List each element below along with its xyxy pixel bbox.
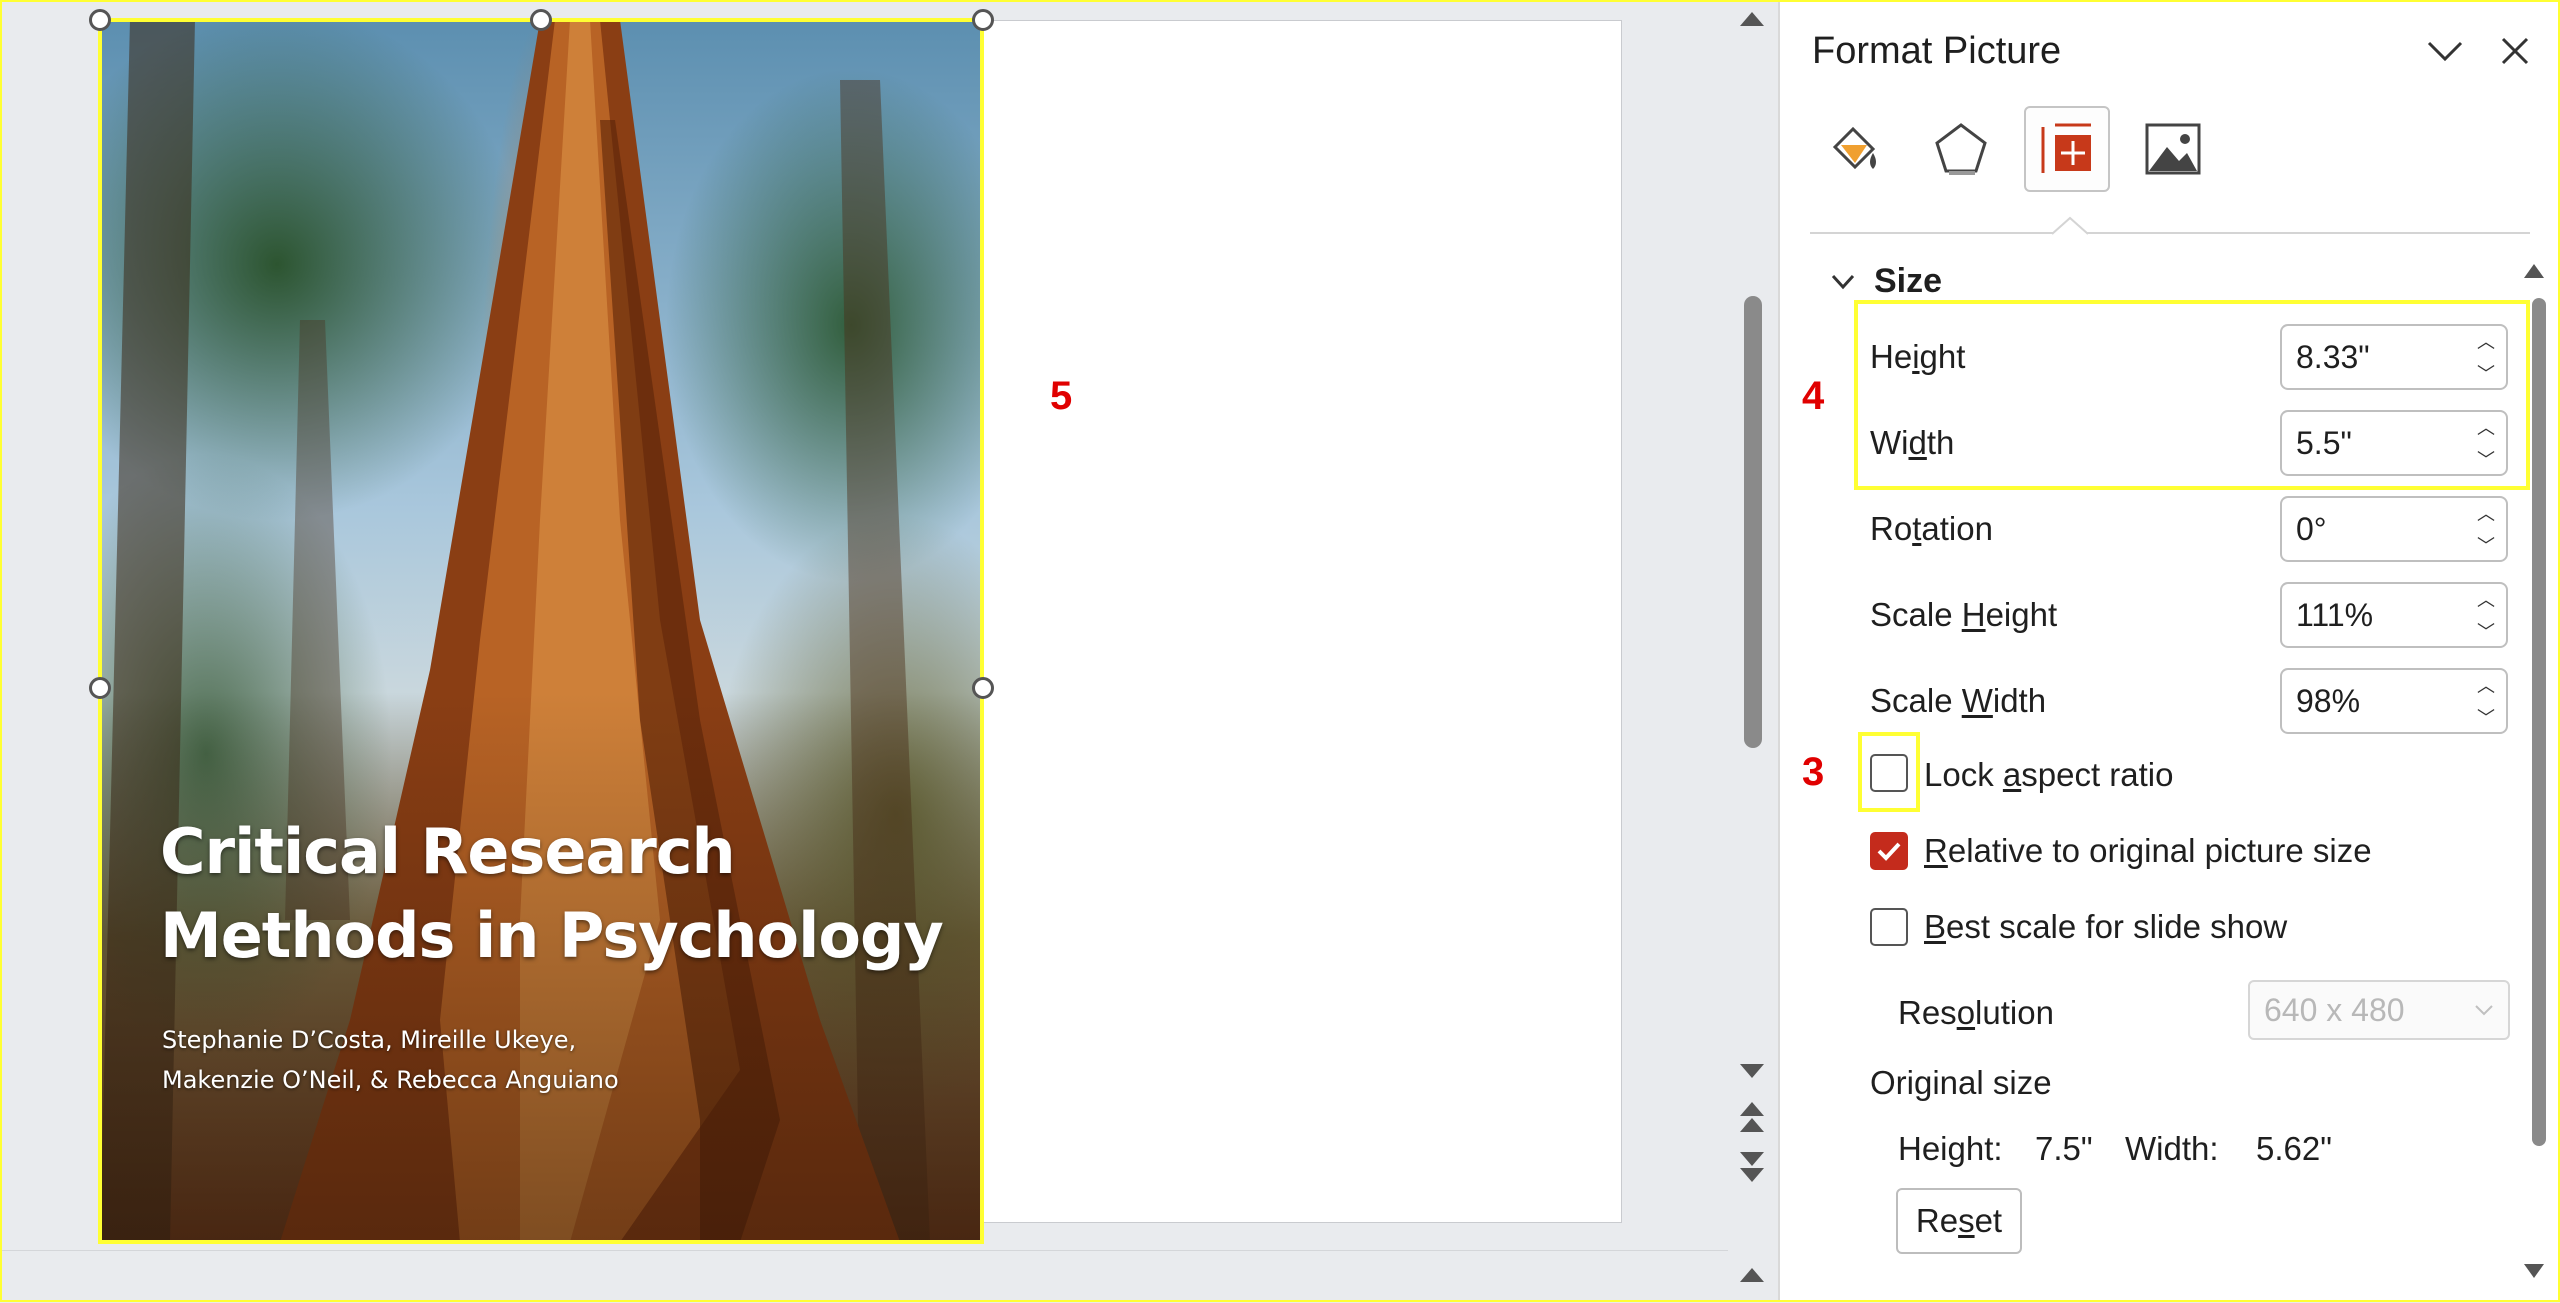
best-scale-label[interactable]: Best scale for slide show	[1924, 908, 2287, 946]
rotation-value[interactable]: 0°	[2282, 511, 2466, 548]
picture-selection-highlight	[98, 18, 984, 1244]
scroll-down-arrow-icon[interactable]	[1740, 1064, 1764, 1078]
rotation-spin-arrows-icon[interactable]: ︿ ﹀	[2466, 498, 2506, 560]
resize-handle-top-right[interactable]	[972, 9, 994, 31]
scale-height-spinner[interactable]: 111% ︿ ﹀	[2280, 582, 2508, 648]
callout-number-4: 4	[1802, 374, 1825, 418]
slide-canvas: Critical Research Methods in Psychology …	[0, 0, 1776, 1303]
tab-separator	[1810, 232, 2530, 234]
scale-width-value[interactable]: 98%	[2282, 683, 2466, 720]
original-height-value: 7.5"	[2035, 1130, 2093, 1167]
scale-width-spinner[interactable]: 98% ︿ ﹀	[2280, 668, 2508, 734]
relative-to-original-label[interactable]: Relative to original picture size	[1924, 832, 2372, 870]
resolution-dropdown: 640 x 480	[2248, 980, 2510, 1040]
format-picture-pane: Format Picture Size 4 3 Height 8.33" ︿ ﹀ …	[1778, 0, 2560, 1302]
fill-line-tab-icon[interactable]	[1812, 106, 1898, 192]
resolution-value: 640 x 480	[2264, 991, 2405, 1028]
pane-title: Format Picture	[1812, 30, 2062, 72]
scroll-up-arrow-icon[interactable]	[1740, 12, 1764, 26]
scale-height-label: Scale Height	[1870, 596, 2058, 633]
resolution-label: Resolution	[1898, 994, 2054, 1031]
original-size-label: Original size	[1870, 1064, 2052, 1101]
callout-number-5: 5	[1050, 374, 1073, 418]
resize-handle-top-center[interactable]	[530, 9, 552, 31]
effects-tab-icon[interactable]	[1918, 106, 2004, 192]
resize-handle-middle-right[interactable]	[972, 677, 994, 699]
scale-height-value[interactable]: 111%	[2282, 597, 2466, 634]
lock-aspect-highlight	[1858, 732, 1920, 812]
scale-width-label: Scale Width	[1870, 682, 2047, 719]
collapse-chevron-icon	[1831, 274, 1855, 289]
reset-button[interactable]: Re s et	[1896, 1188, 2022, 1254]
rotation-spinner[interactable]: 0° ︿ ﹀	[2280, 496, 2508, 562]
horizontal-scrollbar[interactable]	[0, 1250, 1728, 1303]
size-properties-tab-icon[interactable]	[2024, 106, 2110, 192]
next-slide-icon[interactable]	[1740, 1152, 1764, 1182]
checkmark-icon	[1877, 842, 1901, 861]
previous-slide-icon[interactable]	[1740, 1102, 1764, 1132]
original-height-label: Height:	[1898, 1130, 2003, 1167]
dropdown-chevron-icon	[2475, 1005, 2493, 1016]
size-section-title: Size	[1874, 262, 1943, 300]
hscroll-up-arrow-icon[interactable]	[1740, 1268, 1764, 1282]
close-icon[interactable]	[2490, 26, 2540, 76]
height-width-highlight	[1854, 300, 2530, 490]
best-scale-checkbox[interactable]	[1870, 908, 1908, 946]
scale-width-spin-arrows-icon[interactable]: ︿ ﹀	[2466, 670, 2506, 732]
resize-handle-top-left[interactable]	[89, 9, 111, 31]
callout-number-3: 3	[1802, 750, 1825, 794]
rotation-label: Rotation	[1870, 510, 1993, 547]
original-width-value: 5.62"	[2256, 1130, 2332, 1167]
active-tab-notch	[2052, 216, 2088, 235]
picture-tab-icon[interactable]	[2130, 106, 2216, 192]
pane-scroll-down-icon[interactable]	[2524, 1264, 2544, 1278]
pane-scroll-up-icon[interactable]	[2524, 264, 2544, 278]
slide-scrollbar-thumb[interactable]	[1744, 296, 1762, 748]
resize-handle-middle-left[interactable]	[89, 677, 111, 699]
scale-height-spin-arrows-icon[interactable]: ︿ ﹀	[2466, 584, 2506, 646]
pane-options-chevron-icon[interactable]	[2420, 26, 2470, 76]
relative-to-original-checkbox[interactable]	[1870, 832, 1908, 870]
original-width-label: Width:	[2125, 1130, 2219, 1167]
size-section-header[interactable]: Size	[1830, 262, 1942, 301]
lock-aspect-ratio-label[interactable]: Lock aspect ratio	[1924, 756, 2173, 794]
pane-scrollbar-thumb[interactable]	[2532, 298, 2546, 1146]
